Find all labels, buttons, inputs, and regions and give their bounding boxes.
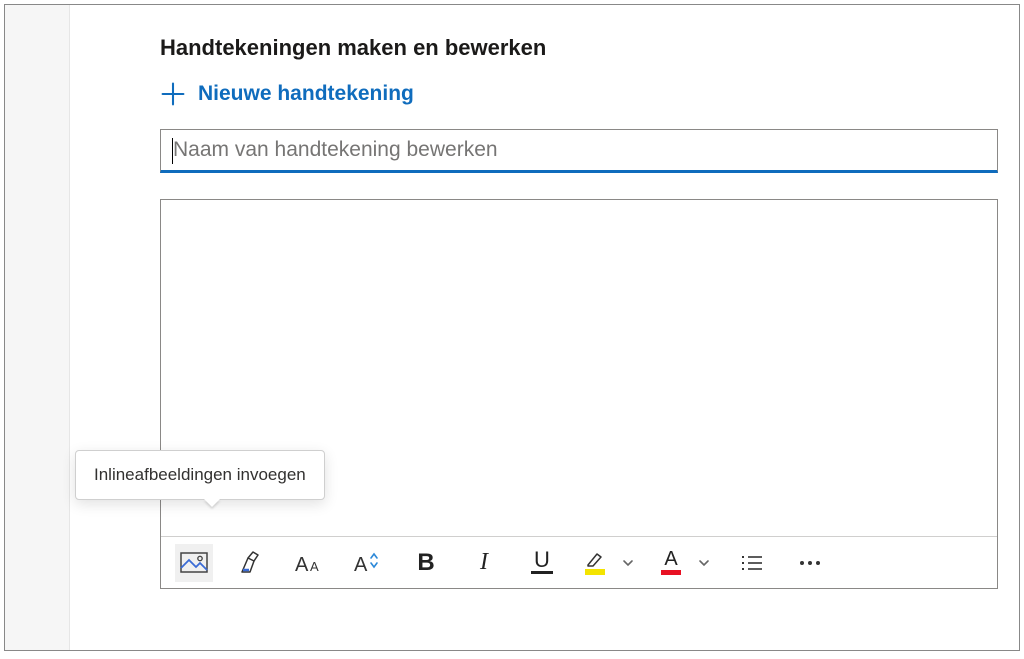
left-sidebar xyxy=(5,5,70,650)
bold-icon: B xyxy=(417,549,434,577)
font-color-button[interactable]: A xyxy=(657,544,713,582)
settings-pane: Handtekeningen maken en bewerken Nieuwe … xyxy=(4,4,1020,651)
font-button[interactable]: A A xyxy=(291,544,329,582)
signatures-section: Handtekeningen maken en bewerken Nieuwe … xyxy=(70,5,1019,650)
highlight-icon xyxy=(585,550,605,575)
bullets-button[interactable] xyxy=(733,544,771,582)
font-size-icon: A xyxy=(353,551,383,575)
list-icon xyxy=(740,553,764,573)
underline-button[interactable]: U xyxy=(523,544,561,582)
italic-button[interactable]: I xyxy=(465,544,503,582)
insert-image-tooltip: Inlineafbeeldingen invoegen xyxy=(75,450,325,500)
signature-editor: A A A B I xyxy=(160,199,998,589)
chevron-down-icon xyxy=(621,556,635,570)
more-icon xyxy=(800,561,820,565)
section-title: Handtekeningen maken en bewerken xyxy=(160,35,1019,61)
editor-toolbar: A A A B I xyxy=(161,536,997,588)
more-options-button[interactable] xyxy=(791,544,829,582)
svg-text:A: A xyxy=(310,559,319,574)
new-signature-button[interactable]: Nieuwe handtekening xyxy=(160,81,414,107)
paintbrush-icon xyxy=(239,550,265,576)
format-painter-button[interactable] xyxy=(233,544,271,582)
svg-text:A: A xyxy=(354,554,368,575)
italic-icon: I xyxy=(480,549,488,576)
font-color-icon: A xyxy=(661,550,681,575)
font-size-button[interactable]: A xyxy=(349,544,387,582)
insert-image-button[interactable] xyxy=(175,544,213,582)
text-cursor xyxy=(172,138,173,164)
bold-button[interactable]: B xyxy=(407,544,445,582)
chevron-down-icon xyxy=(697,556,711,570)
signature-name-input[interactable] xyxy=(160,129,998,173)
highlight-button[interactable] xyxy=(581,544,637,582)
plus-icon xyxy=(160,81,186,107)
new-signature-label: Nieuwe handtekening xyxy=(198,82,414,106)
svg-text:A: A xyxy=(295,554,309,575)
image-icon xyxy=(180,552,208,574)
underline-icon: U xyxy=(531,551,553,574)
font-icon: A A xyxy=(295,551,325,575)
